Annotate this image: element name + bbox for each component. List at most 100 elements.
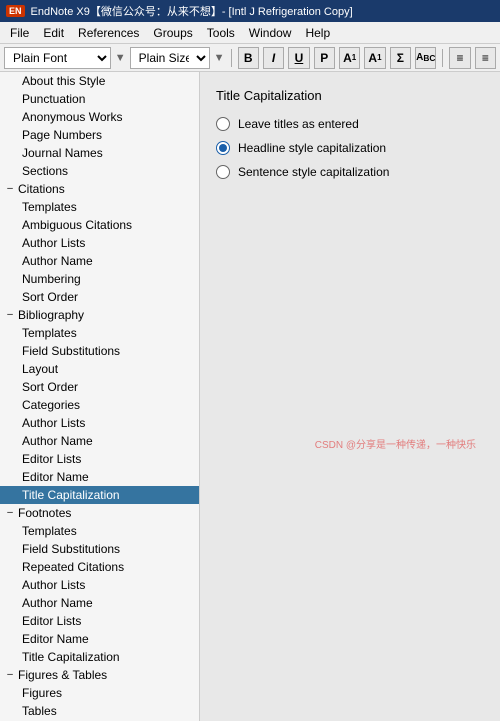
tree-item-label: Numbering: [22, 272, 81, 286]
tree-item-bibliography-author-name[interactable]: Author Name: [0, 432, 199, 450]
tree-item-label: About this Style: [22, 74, 105, 88]
tree-item-bibliography-field-substitutions[interactable]: Field Substitutions: [0, 342, 199, 360]
tree-item-about-this-style[interactable]: About this Style: [0, 72, 199, 90]
en-logo: EN: [6, 5, 25, 17]
tree-item-label: Templates: [22, 326, 77, 340]
tree-item-citations-templates[interactable]: Templates: [0, 198, 199, 216]
tree-item-sections[interactable]: Sections: [0, 162, 199, 180]
subscript-button[interactable]: A1: [364, 47, 385, 69]
align-right-button[interactable]: ≡: [475, 47, 496, 69]
tree-item-footnotes-templates[interactable]: Templates: [0, 522, 199, 540]
align-left-button[interactable]: ≡: [449, 47, 470, 69]
main-area: About this Style Punctuation Anonymous W…: [0, 72, 500, 721]
tree-item-journal-names[interactable]: Journal Names: [0, 144, 199, 162]
tree-item-citations-author-lists[interactable]: Author Lists: [0, 234, 199, 252]
tree-item-anonymous-works[interactable]: Anonymous Works: [0, 108, 199, 126]
bold-button[interactable]: B: [238, 47, 259, 69]
watermark: CSDN @分享是一种传递，一种快乐: [315, 436, 476, 451]
toolbar: Plain Font ▼ Plain Size ▼ B I U P A1 A1 …: [0, 44, 500, 72]
italic-button[interactable]: I: [263, 47, 284, 69]
tree-item-ambiguous-citations[interactable]: Ambiguous Citations: [0, 216, 199, 234]
collapse-citations-icon[interactable]: –: [4, 183, 16, 195]
tree-item-label: Editor Lists: [22, 452, 81, 466]
tree-item-footnotes-editor-lists[interactable]: Editor Lists: [0, 612, 199, 630]
radio-circle-headline[interactable]: [216, 141, 230, 155]
menu-edit[interactable]: Edit: [37, 24, 70, 42]
plain-button[interactable]: P: [314, 47, 335, 69]
menu-window[interactable]: Window: [243, 24, 298, 42]
menu-references[interactable]: References: [72, 24, 145, 42]
tree-item-label: Field Substitutions: [22, 542, 120, 556]
tree-item-layout[interactable]: Layout: [0, 360, 199, 378]
radio-label-sentence: Sentence style capitalization: [238, 165, 389, 179]
collapse-bibliography-icon[interactable]: –: [4, 309, 16, 321]
tree-item-tables[interactable]: Tables: [0, 702, 199, 720]
tree-item-bibliography-author-lists[interactable]: Author Lists: [0, 414, 199, 432]
menu-groups[interactable]: Groups: [147, 24, 198, 42]
superscript-button[interactable]: A1: [339, 47, 360, 69]
tree-item-label: Punctuation: [22, 92, 85, 106]
menu-file[interactable]: File: [4, 24, 35, 42]
radio-label-leave: Leave titles as entered: [238, 117, 359, 131]
tree-item-label: Field Substitutions: [22, 344, 120, 358]
tree-item-label: Author Lists: [22, 578, 85, 592]
tree-item-footnotes-author-name[interactable]: Author Name: [0, 594, 199, 612]
tree-item-citations-author-name[interactable]: Author Name: [0, 252, 199, 270]
tree-item-figures[interactable]: Figures: [0, 684, 199, 702]
tree-item-citations-sort-order[interactable]: Sort Order: [0, 288, 199, 306]
tree-item-categories[interactable]: Categories: [0, 396, 199, 414]
font-select[interactable]: Plain Font: [4, 47, 111, 69]
tree-item-repeated-citations[interactable]: Repeated Citations: [0, 558, 199, 576]
tree-item-footnotes-title-capitalization[interactable]: Title Capitalization: [0, 648, 199, 666]
tree-item-label: Templates: [22, 524, 77, 538]
smallcaps-button[interactable]: ABC: [415, 47, 436, 69]
tree-item-label: Ambiguous Citations: [22, 218, 132, 232]
sigma-button[interactable]: Σ: [390, 47, 411, 69]
tree-root-figures-tables[interactable]: – Figures & Tables: [0, 666, 199, 684]
title-bar: EN EndNote X9【微信公众号：从来不想】- [Intl J Refri…: [0, 0, 500, 22]
tree-item-label: Journal Names: [22, 146, 103, 160]
tree-item-bibliography-templates[interactable]: Templates: [0, 324, 199, 342]
radio-item-headline[interactable]: Headline style capitalization: [216, 141, 484, 155]
tree-item-label: Layout: [22, 362, 58, 376]
tree-item-label: Anonymous Works: [22, 110, 122, 124]
tree-item-label: Sort Order: [22, 380, 78, 394]
tree-item-label: Title Capitalization: [22, 488, 120, 502]
collapse-figures-icon[interactable]: –: [4, 669, 16, 681]
sep2: [442, 49, 443, 67]
tree-item-numbering[interactable]: Numbering: [0, 270, 199, 288]
menu-bar: File Edit References Groups Tools Window…: [0, 22, 500, 44]
tree-item-label: Figures: [22, 686, 62, 700]
collapse-footnotes-icon[interactable]: –: [4, 507, 16, 519]
tree-item-bibliography-editor-lists[interactable]: Editor Lists: [0, 450, 199, 468]
toolbar-sep2: ▼: [214, 52, 225, 64]
tree-item-label: Sort Order: [22, 290, 78, 304]
section-title: Title Capitalization: [216, 88, 484, 103]
tree-root-footnotes[interactable]: – Footnotes: [0, 504, 199, 522]
radio-circle-sentence[interactable]: [216, 165, 230, 179]
toolbar-sep1: ▼: [115, 52, 126, 64]
menu-help[interactable]: Help: [299, 24, 336, 42]
tree-item-footnotes-field-substitutions[interactable]: Field Substitutions: [0, 540, 199, 558]
radio-circle-leave[interactable]: [216, 117, 230, 131]
tree-item-label: Categories: [22, 398, 80, 412]
tree-item-bibliography-editor-name[interactable]: Editor Name: [0, 468, 199, 486]
size-select[interactable]: Plain Size: [130, 47, 210, 69]
radio-item-sentence[interactable]: Sentence style capitalization: [216, 165, 484, 179]
tree-item-bibliography-sort-order[interactable]: Sort Order: [0, 378, 199, 396]
tree-root-bibliography[interactable]: – Bibliography: [0, 306, 199, 324]
underline-button[interactable]: U: [288, 47, 309, 69]
menu-tools[interactable]: Tools: [201, 24, 241, 42]
tree-item-label: Tables: [22, 704, 57, 718]
radio-item-leave[interactable]: Leave titles as entered: [216, 117, 484, 131]
tree-item-bibliography-title-capitalization[interactable]: Title Capitalization: [0, 486, 199, 504]
left-panel: About this Style Punctuation Anonymous W…: [0, 72, 200, 721]
tree-item-footnotes-author-lists[interactable]: Author Lists: [0, 576, 199, 594]
tree-root-citations[interactable]: – Citations: [0, 180, 199, 198]
tree-item-label: Templates: [22, 200, 77, 214]
tree-root-label: Figures & Tables: [18, 668, 107, 682]
tree-item-punctuation[interactable]: Punctuation: [0, 90, 199, 108]
tree-item-page-numbers[interactable]: Page Numbers: [0, 126, 199, 144]
radio-group-capitalization: Leave titles as entered Headline style c…: [216, 117, 484, 179]
tree-item-footnotes-editor-name[interactable]: Editor Name: [0, 630, 199, 648]
